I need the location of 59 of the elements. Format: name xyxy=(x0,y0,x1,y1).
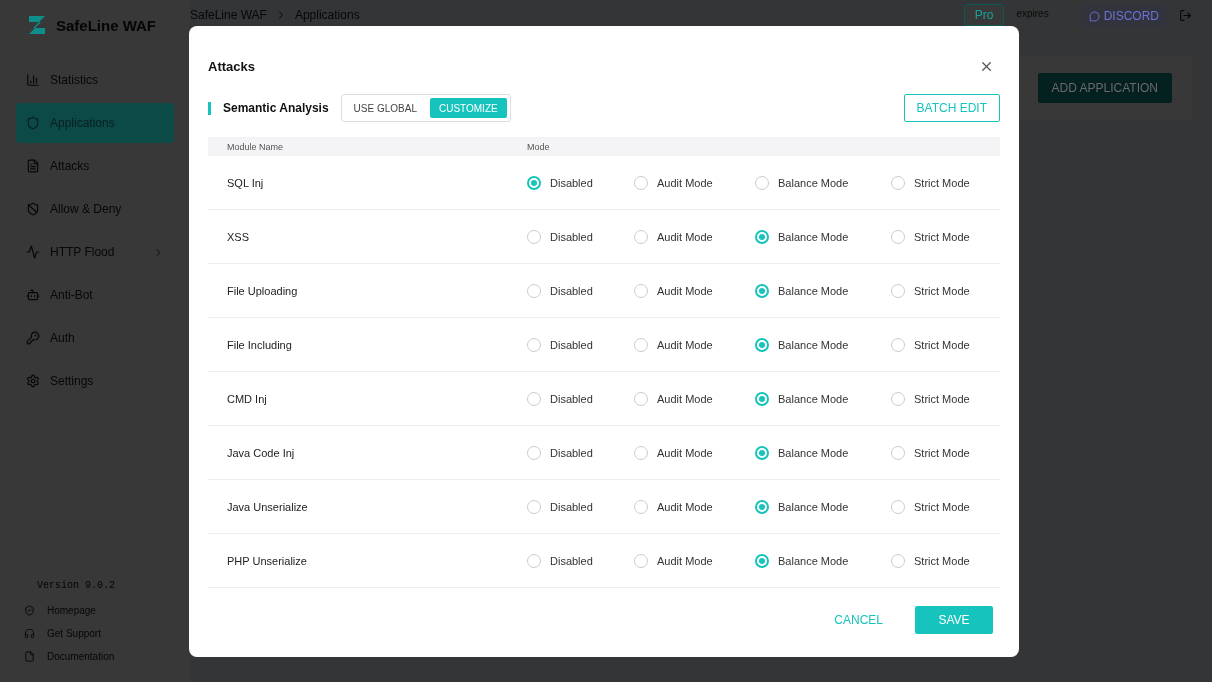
shield-icon xyxy=(26,116,40,130)
column-header: Mode xyxy=(527,141,551,152)
pulse-icon xyxy=(26,245,40,259)
radio-option[interactable]: Disabled xyxy=(527,445,593,460)
gear-icon xyxy=(26,374,40,388)
document-icon xyxy=(24,651,35,662)
radio-option[interactable]: Audit Mode xyxy=(634,175,713,190)
radio-option[interactable]: Balance Mode xyxy=(755,283,849,298)
radio-option[interactable]: Disabled xyxy=(527,499,593,514)
shield-slash-icon xyxy=(26,202,40,216)
radio-option[interactable]: Strict Mode xyxy=(891,229,970,244)
shield-icon xyxy=(24,605,35,616)
module-name: File Uploading xyxy=(227,284,299,297)
module-name: SQL Inj xyxy=(227,176,265,189)
radio-option[interactable]: Balance Mode xyxy=(755,445,849,460)
headset-icon xyxy=(24,628,35,639)
radio-option[interactable]: Audit Mode xyxy=(634,337,713,352)
radio-option[interactable]: Strict Mode xyxy=(891,391,970,406)
module-name: Java Code Inj xyxy=(227,446,296,459)
radio-option[interactable]: Strict Mode xyxy=(891,175,970,190)
radio-option[interactable]: Strict Mode xyxy=(891,445,970,460)
radio-option[interactable]: Disabled xyxy=(527,175,593,190)
radio-option[interactable]: Balance Mode xyxy=(755,391,849,406)
document-icon xyxy=(26,159,40,173)
radio-option[interactable]: Audit Mode xyxy=(634,229,713,244)
section-title: Semantic Analysis xyxy=(223,101,329,115)
pro-button[interactable]: Pro xyxy=(963,4,1005,26)
radio-option[interactable]: Disabled xyxy=(527,337,593,352)
logo-icon xyxy=(26,13,48,37)
robot-icon xyxy=(26,288,40,302)
radio-option[interactable]: Disabled xyxy=(527,391,593,406)
radio-option[interactable]: Balance Mode xyxy=(755,499,849,514)
radio-option[interactable]: Disabled xyxy=(527,553,593,568)
dialog-title: Attacks xyxy=(208,58,255,74)
column-header: Module Name xyxy=(227,141,285,152)
module-name: XSS xyxy=(227,230,250,243)
radio-option[interactable]: Balance Mode xyxy=(755,175,849,190)
radio-option[interactable]: Balance Mode xyxy=(755,229,849,244)
radio-option[interactable]: Strict Mode xyxy=(891,283,970,298)
module-name: File Including xyxy=(227,338,293,351)
radio-option[interactable]: Balance Mode xyxy=(755,337,849,352)
radio-option[interactable]: Disabled xyxy=(527,229,593,244)
radio-option[interactable]: Audit Mode xyxy=(634,283,713,298)
radio-option[interactable]: Strict Mode xyxy=(891,553,970,568)
radio-option[interactable]: Strict Mode xyxy=(891,337,970,352)
radio-option[interactable]: Audit Mode xyxy=(634,391,713,406)
module-name: PHP Unserialize xyxy=(227,554,308,567)
toggle-option[interactable]: USE GLOBAL xyxy=(344,98,426,118)
radio-option[interactable]: Audit Mode xyxy=(634,445,713,460)
radio-option[interactable]: Disabled xyxy=(527,283,593,298)
module-name: Java Unserialize xyxy=(227,500,309,513)
chat-bubble-icon xyxy=(1088,10,1100,22)
module-name: CMD Inj xyxy=(227,392,268,405)
radio-option[interactable]: Audit Mode xyxy=(634,499,713,514)
radio-option[interactable]: Strict Mode xyxy=(891,499,970,514)
key-icon xyxy=(26,331,40,345)
radio-option[interactable]: Balance Mode xyxy=(755,553,849,568)
bar-chart-icon xyxy=(26,73,40,87)
radio-option[interactable]: Audit Mode xyxy=(634,553,713,568)
